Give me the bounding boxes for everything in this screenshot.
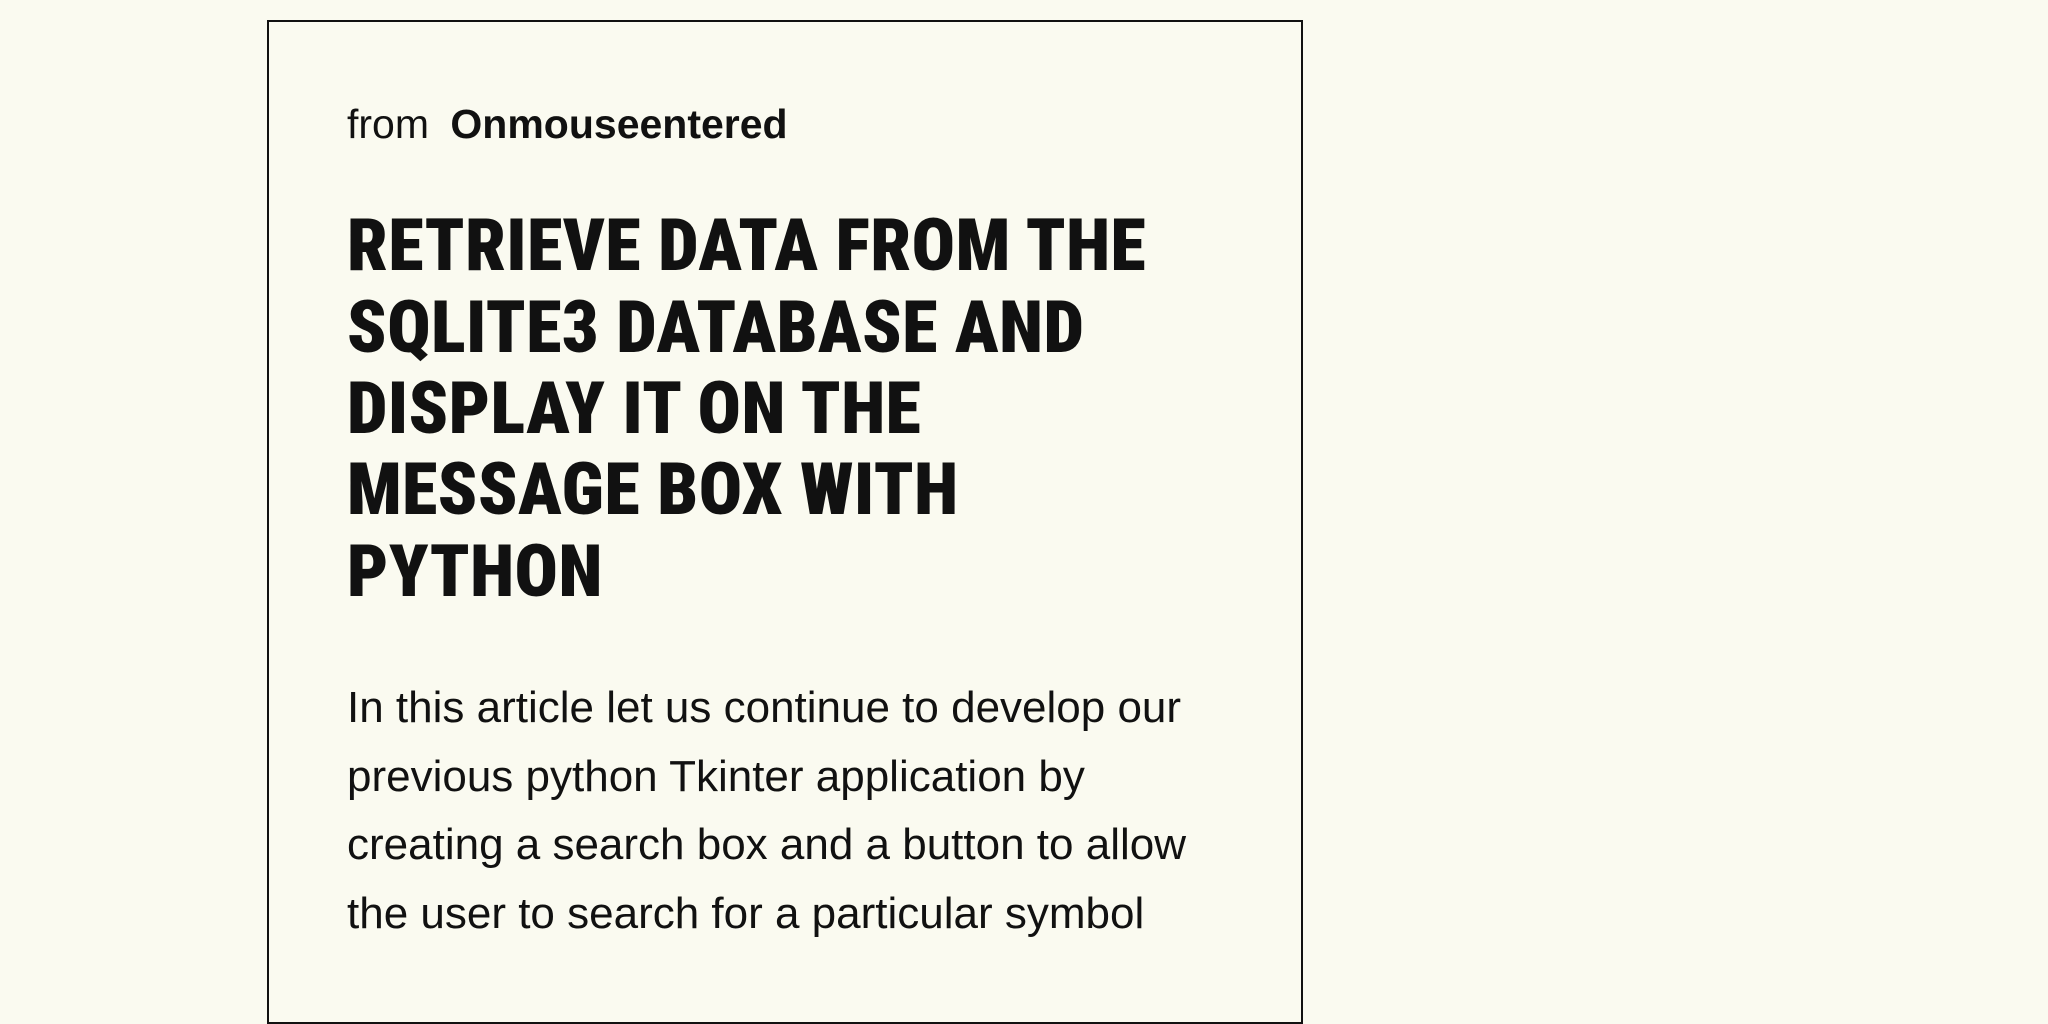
- from-label: from: [347, 101, 429, 147]
- article-card: from Onmouseentered RETRIEVE DATA FROM T…: [267, 20, 1303, 1024]
- article-body: In this article let us continue to devel…: [347, 674, 1219, 949]
- author-link[interactable]: Onmouseentered: [450, 101, 787, 147]
- article-title: RETRIEVE DATA FROM THE SQLITE3 DATABASE …: [347, 205, 1207, 612]
- byline: from Onmouseentered: [347, 100, 1219, 149]
